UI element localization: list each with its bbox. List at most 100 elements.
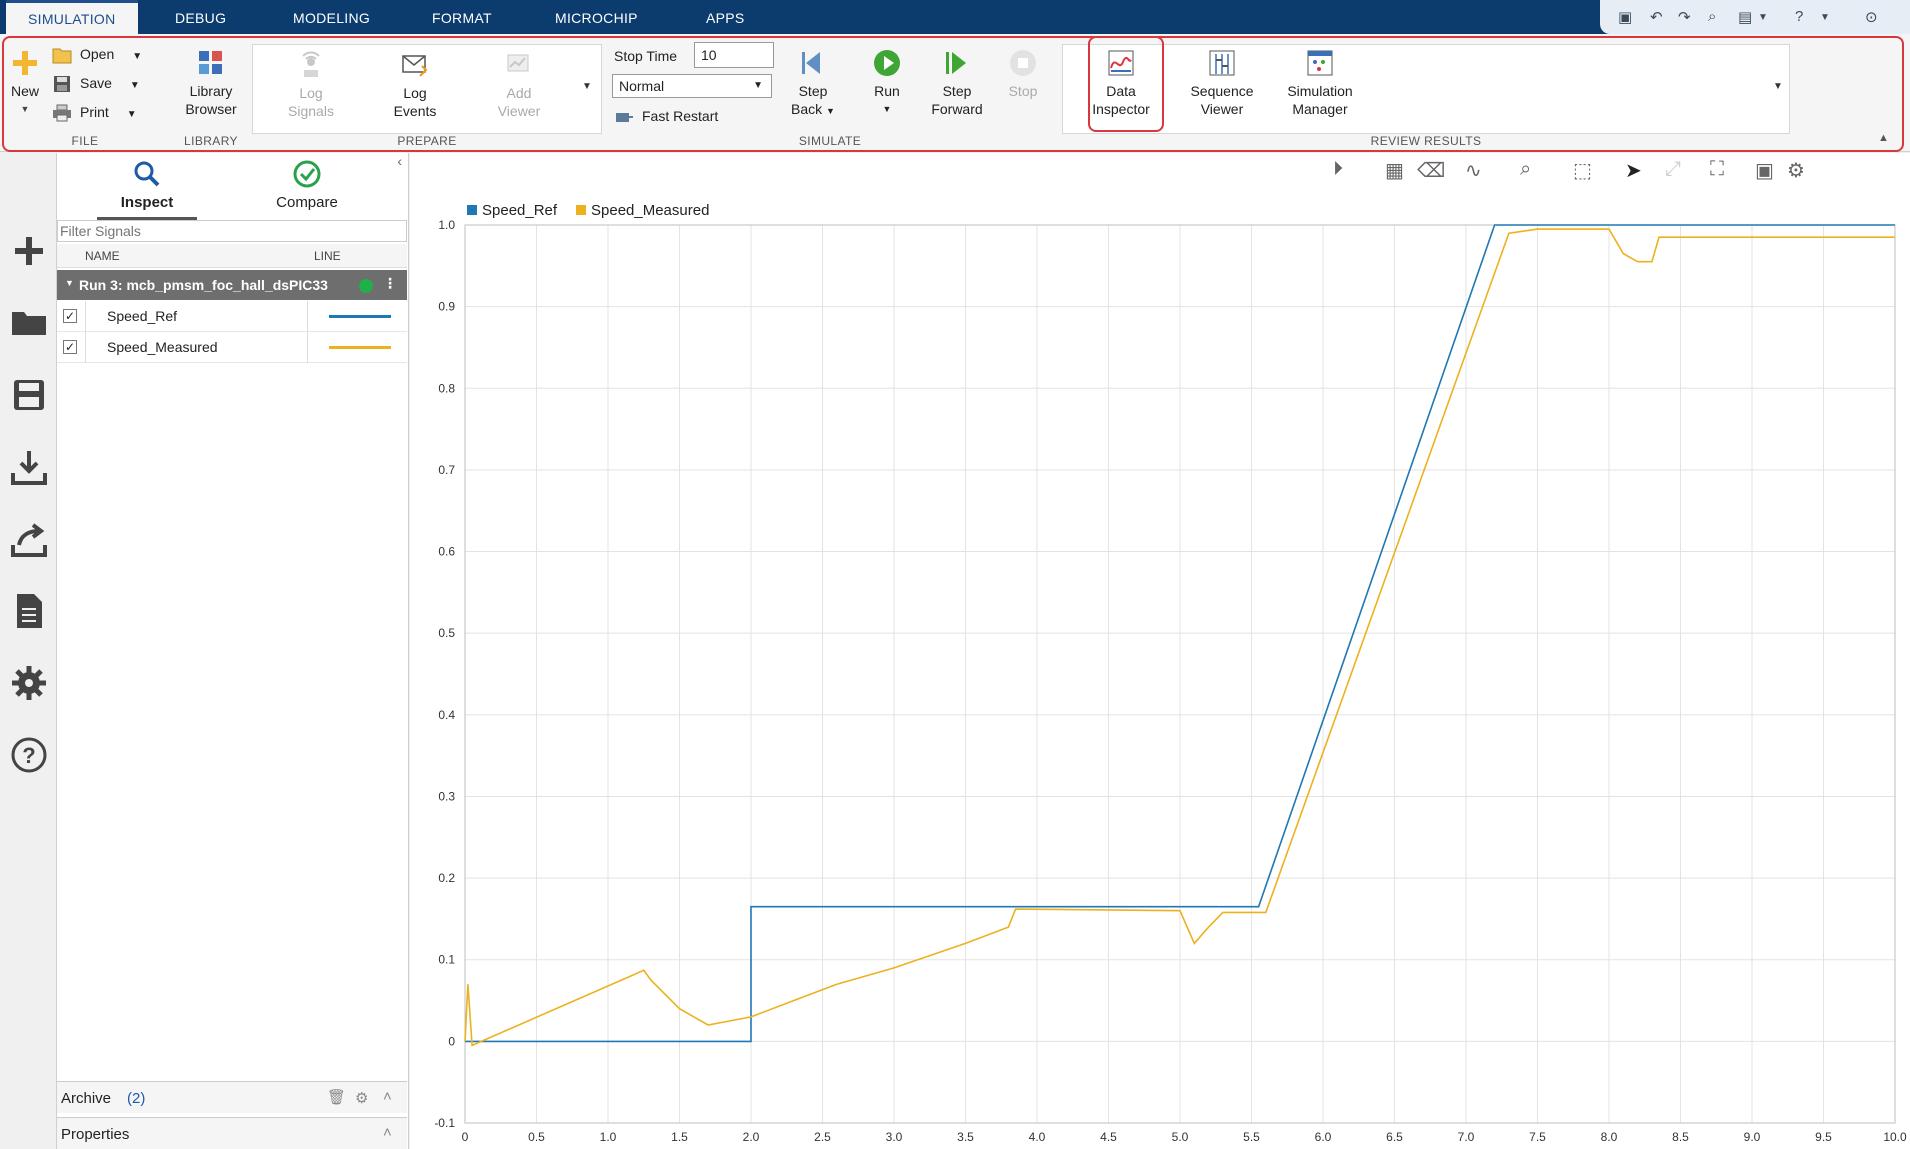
x-tick-label: 2.5 <box>814 1130 831 1144</box>
export-icon[interactable] <box>9 519 49 559</box>
archive-section-header[interactable]: Archive (2) 🗑 ⚙ ˄ <box>57 1081 407 1113</box>
column-divider <box>85 301 86 332</box>
signal-checkbox[interactable]: ✓ <box>63 340 77 354</box>
x-tick-label: 0.5 <box>528 1130 545 1144</box>
save-session-icon[interactable] <box>9 375 49 415</box>
tab-format[interactable]: FORMAT <box>432 0 492 34</box>
y-tick-label: 0 <box>448 1034 455 1048</box>
x-tick-label: 8.5 <box>1672 1130 1689 1144</box>
column-header-line[interactable]: LINE <box>314 249 341 263</box>
x-tick-label: 8.0 <box>1601 1130 1618 1144</box>
save-icon[interactable]: ▣ <box>1618 8 1632 26</box>
signal-table-header: NAME LINE <box>57 244 407 268</box>
undo-icon[interactable]: ↶ <box>1650 8 1663 26</box>
compare-label: Compare <box>276 194 338 211</box>
x-tick-label: 7.5 <box>1529 1130 1546 1144</box>
community-icon[interactable]: ▤ <box>1738 8 1752 26</box>
import-icon[interactable] <box>9 447 49 487</box>
y-tick-label: 0.7 <box>438 463 455 477</box>
properties-section-header[interactable]: Properties ˄ <box>57 1117 407 1149</box>
chevron-up-icon[interactable]: ˄ <box>383 1124 392 1141</box>
signal-row[interactable]: ✓ Speed_Measured <box>57 332 407 363</box>
signal-checkbox[interactable]: ✓ <box>63 309 77 323</box>
chevron-down-icon[interactable]: ▼ <box>1820 12 1830 23</box>
toolstrip-tabbar: SIMULATION DEBUG MODELING FORMAT MICROCH… <box>0 0 1910 34</box>
signal-name: Speed_Ref <box>107 308 178 324</box>
collapse-panel-icon[interactable]: ‹ <box>397 153 402 169</box>
archive-label: Archive <box>61 1090 112 1107</box>
tab-apps[interactable]: APPS <box>706 0 745 34</box>
run-options-icon[interactable]: ⋮ <box>383 275 397 292</box>
chart-legend: Speed_Ref Speed_Measured <box>467 202 709 219</box>
tab-simulation[interactable]: SIMULATION <box>6 0 138 34</box>
gear-icon[interactable]: ⚙ <box>355 1089 368 1107</box>
run-title: Run 3: mcb_pmsm_foc_hall_dsPIC33 <box>79 277 328 293</box>
x-tick-label: 4.0 <box>1029 1130 1046 1144</box>
inspect-label: Inspect <box>120 194 174 211</box>
column-divider <box>307 332 308 363</box>
legend-label[interactable]: Speed_Ref <box>482 202 558 219</box>
left-toolbar: ? <box>0 153 57 1149</box>
chevron-down-icon[interactable]: ▼ <box>1758 12 1768 23</box>
x-tick-label: 9.0 <box>1744 1130 1761 1144</box>
chart-grid <box>464 224 1896 1124</box>
x-tick-label: 1.5 <box>671 1130 688 1144</box>
tab-debug[interactable]: DEBUG <box>175 0 226 34</box>
redo-icon[interactable]: ↷ <box>1678 8 1691 26</box>
signal-plot[interactable]: Speed_Ref Speed_Measured 0 0.5 1.0 1.5 2.0 2.5… <box>410 153 1910 1149</box>
line-style-swatch[interactable] <box>329 346 391 349</box>
signal-row[interactable]: ✓ Speed_Ref <box>57 301 407 332</box>
filter-signals-input[interactable] <box>57 220 407 242</box>
data-inspector-highlight <box>1088 36 1164 132</box>
signal-browser-panel: Inspect Compare ‹ NAME LINE ▼ Run 3: mcb… <box>57 153 409 1149</box>
chevron-up-icon[interactable]: ˄ <box>383 1088 392 1105</box>
column-divider <box>307 301 308 332</box>
x-tick-label: 6.0 <box>1315 1130 1332 1144</box>
x-tick-label: 4.5 <box>1100 1130 1117 1144</box>
column-header-name[interactable]: NAME <box>85 249 120 263</box>
open-folder-icon[interactable] <box>9 303 49 343</box>
x-tick-label: 5.0 <box>1172 1130 1189 1144</box>
y-tick-label: 1.0 <box>438 218 455 232</box>
x-tick-label: 2.0 <box>743 1130 760 1144</box>
magnifier-icon <box>134 161 160 187</box>
line-style-swatch[interactable] <box>329 315 391 318</box>
x-tick-label: 0 <box>462 1130 469 1144</box>
x-tick-label: 3.0 <box>886 1130 903 1144</box>
legend-swatch <box>467 205 477 215</box>
x-tick-label: 9.5 <box>1815 1130 1832 1144</box>
chart-axes: 0 0.5 1.0 1.5 2.0 2.5 3.0 3.5 4.0 4.5 5.0 5.5 6.0 6.5… <box>434 218 1907 1144</box>
archive-count: (2) <box>127 1090 146 1107</box>
y-tick-label: 0.2 <box>438 871 455 885</box>
ribbon-highlight <box>2 36 1904 152</box>
tab-modeling[interactable]: MODELING <box>293 0 370 34</box>
x-tick-label: 6.5 <box>1386 1130 1403 1144</box>
new-session-icon[interactable] <box>9 231 49 271</box>
y-tick-label: 0.8 <box>438 381 455 395</box>
check-circle-icon <box>293 160 321 188</box>
x-tick-label: 10.0 <box>1883 1130 1907 1144</box>
signal-name: Speed_Measured <box>107 339 218 355</box>
y-tick-label: 0.9 <box>438 300 455 314</box>
y-tick-label: 0.6 <box>438 545 455 559</box>
settings-gear-icon[interactable] <box>9 663 49 703</box>
chevron-down-icon[interactable]: ▼ <box>65 278 74 288</box>
report-icon[interactable] <box>9 591 49 631</box>
tab-inspect[interactable]: Inspect <box>97 159 197 220</box>
column-divider <box>85 332 86 363</box>
legend-label[interactable]: Speed_Measured <box>591 202 709 219</box>
trash-icon[interactable]: 🗑 <box>327 1088 346 1106</box>
run-row[interactable]: ▼ Run 3: mcb_pmsm_foc_hall_dsPIC33 ⋮ <box>57 270 407 300</box>
run-status-icon <box>359 279 373 293</box>
help-icon[interactable]: ? <box>1795 8 1803 25</box>
x-tick-label: 5.5 <box>1243 1130 1260 1144</box>
collapse-toolstrip-icon[interactable]: ⊙ <box>1865 8 1878 26</box>
quick-access-toolbar: ▣ ↶ ↷ ⌕ ▤ ▼ ? ▼ ⊙ <box>1600 0 1910 34</box>
y-tick-label: -0.1 <box>434 1116 455 1130</box>
y-tick-label: 0.5 <box>438 626 455 640</box>
search-icon[interactable]: ⌕ <box>1708 8 1716 25</box>
tab-compare[interactable]: Compare <box>257 159 357 211</box>
tab-microchip[interactable]: MICROCHIP <box>555 0 638 34</box>
legend-swatch <box>576 205 586 215</box>
help-icon[interactable]: ? <box>9 735 49 775</box>
